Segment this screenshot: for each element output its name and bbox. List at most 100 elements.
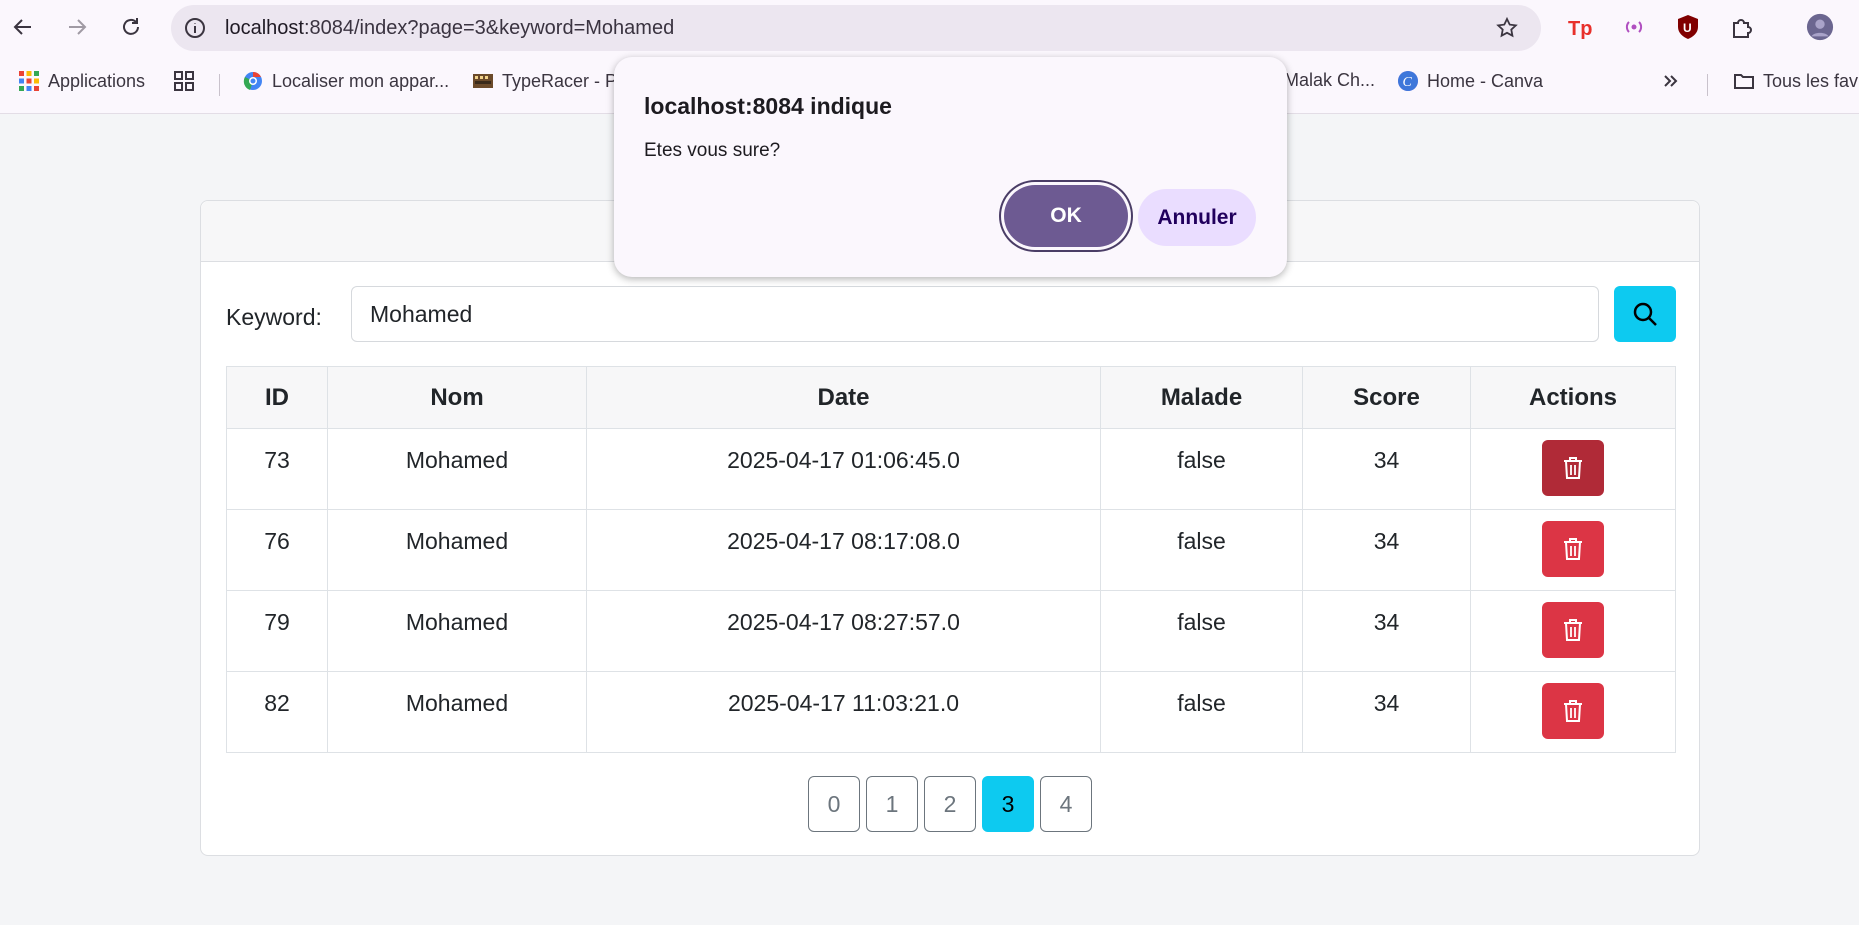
typeracer-icon bbox=[473, 74, 493, 88]
page-button-1[interactable]: 1 bbox=[866, 776, 918, 832]
delete-button[interactable] bbox=[1542, 602, 1604, 658]
column-header-score: Score bbox=[1302, 366, 1471, 429]
cell-date: 2025-04-17 11:03:21.0 bbox=[586, 671, 1101, 753]
bookmark-label: TypeRacer - P bbox=[502, 70, 618, 91]
cell-date: 2025-04-17 08:27:57.0 bbox=[586, 590, 1101, 672]
reload-button[interactable] bbox=[116, 12, 146, 42]
bookmark-applications[interactable]: Applications bbox=[18, 70, 145, 92]
pagination: 0 1 2 3 4 bbox=[201, 776, 1699, 832]
table-header-row: ID Nom Date Malade Score Actions bbox=[226, 366, 1676, 429]
page-button-4[interactable]: 4 bbox=[1040, 776, 1092, 832]
svg-text:U: U bbox=[1683, 21, 1692, 35]
column-header-nom: Nom bbox=[327, 366, 587, 429]
cell-nom: Mohamed bbox=[327, 428, 587, 510]
cell-score: 34 bbox=[1302, 590, 1471, 672]
delete-button[interactable] bbox=[1542, 521, 1604, 577]
ok-button[interactable]: OK bbox=[1004, 185, 1128, 247]
confirm-dialog: localhost:8084 indique Etes vous sure? O… bbox=[614, 57, 1287, 277]
cancel-button[interactable]: Annuler bbox=[1138, 189, 1256, 246]
bookmark-localiser[interactable]: Localiser mon appar... bbox=[242, 70, 449, 92]
profile-avatar-icon[interactable] bbox=[1806, 13, 1834, 41]
cell-nom: Mohamed bbox=[327, 590, 587, 672]
bookmarks-overflow-button[interactable] bbox=[1660, 70, 1682, 92]
delete-button[interactable] bbox=[1542, 440, 1604, 496]
column-header-actions: Actions bbox=[1470, 366, 1676, 429]
table-row: 73 Mohamed 2025-04-17 01:06:45.0 false 3… bbox=[226, 428, 1676, 510]
cell-nom: Mohamed bbox=[327, 509, 587, 591]
cell-malade: false bbox=[1100, 671, 1303, 753]
trash-icon bbox=[1564, 457, 1582, 479]
bookmark-label: Localiser mon appar... bbox=[272, 70, 450, 91]
typingpal-extension-icon[interactable]: Tp bbox=[1566, 13, 1594, 41]
svg-text:C: C bbox=[1403, 75, 1413, 90]
table-row: 82 Mohamed 2025-04-17 11:03:21.0 false 3… bbox=[226, 671, 1676, 753]
arrow-right-icon bbox=[69, 19, 87, 35]
folder-icon bbox=[1734, 74, 1754, 89]
cell-actions bbox=[1470, 428, 1676, 510]
page-button-2[interactable]: 2 bbox=[924, 776, 976, 832]
cell-date: 2025-04-17 08:17:08.0 bbox=[586, 509, 1101, 591]
chevron-double-right-icon bbox=[1664, 75, 1678, 87]
cell-date: 2025-04-17 01:06:45.0 bbox=[586, 428, 1101, 510]
trash-icon bbox=[1564, 538, 1582, 560]
bookmark-label: Applications bbox=[48, 70, 146, 91]
site-info-icon[interactable] bbox=[183, 16, 207, 40]
bookmark-label: Malak Ch... bbox=[1284, 70, 1376, 90]
cell-score: 34 bbox=[1302, 671, 1471, 753]
search-button[interactable] bbox=[1614, 286, 1676, 342]
reload-icon bbox=[123, 18, 139, 35]
canva-icon: C bbox=[1398, 71, 1418, 91]
back-button[interactable] bbox=[8, 12, 38, 42]
dialog-message: Etes vous sure? bbox=[644, 140, 781, 161]
patients-table: ID Nom Date Malade Score Actions 73 Moha… bbox=[226, 366, 1676, 753]
url-text: localhost:8084/index?page=3&keyword=Moha… bbox=[225, 17, 674, 40]
google-icon bbox=[243, 72, 262, 90]
ublock-extension-icon[interactable]: U bbox=[1674, 13, 1702, 41]
cell-malade: false bbox=[1100, 509, 1303, 591]
trash-icon bbox=[1564, 700, 1582, 722]
keyword-input[interactable] bbox=[351, 286, 1599, 342]
broadcast-extension-icon[interactable] bbox=[1620, 13, 1648, 41]
cell-id: 82 bbox=[226, 671, 328, 753]
cell-actions bbox=[1470, 509, 1676, 591]
cell-id: 79 bbox=[226, 590, 328, 672]
cell-nom: Mohamed bbox=[327, 671, 587, 753]
svg-text:Tp: Tp bbox=[1568, 18, 1592, 40]
cell-malade: false bbox=[1100, 428, 1303, 510]
cell-actions bbox=[1470, 671, 1676, 753]
bookmark-tab-groups[interactable] bbox=[173, 70, 195, 92]
bookmark-label: Home - Canva bbox=[1427, 70, 1544, 91]
cell-id: 76 bbox=[226, 509, 328, 591]
cell-score: 34 bbox=[1302, 428, 1471, 510]
dialog-title: localhost:8084 indique bbox=[644, 93, 892, 119]
column-header-malade: Malade bbox=[1100, 366, 1303, 429]
column-header-id: ID bbox=[226, 366, 328, 429]
patients-card: Keyword: ID Nom Date Malade Score Action… bbox=[200, 200, 1700, 856]
url-host: localhost bbox=[225, 17, 304, 39]
bookmark-canva[interactable]: C Home - Canva bbox=[1397, 70, 1543, 92]
bookmarks-divider bbox=[1707, 74, 1708, 96]
cell-actions bbox=[1470, 590, 1676, 672]
arrow-left-icon bbox=[13, 19, 31, 35]
trash-icon bbox=[1564, 619, 1582, 641]
delete-button[interactable] bbox=[1542, 683, 1604, 739]
address-bar[interactable]: localhost:8084/index?page=3&keyword=Moha… bbox=[171, 5, 1541, 51]
cell-malade: false bbox=[1100, 590, 1303, 672]
page-button-0[interactable]: 0 bbox=[808, 776, 860, 832]
extensions-puzzle-icon[interactable] bbox=[1728, 13, 1756, 41]
page-button-3-current[interactable]: 3 bbox=[982, 776, 1034, 832]
bookmark-star-icon[interactable] bbox=[1495, 16, 1519, 40]
bookmark-all-folder[interactable]: Tous les fav bbox=[1733, 70, 1858, 92]
keyword-label: Keyword: bbox=[226, 304, 322, 330]
browser-toolbar: localhost:8084/index?page=3&keyword=Moha… bbox=[0, 0, 1859, 56]
bookmark-label: Tous les fav bbox=[1763, 70, 1859, 91]
bookmarks-divider bbox=[219, 74, 220, 96]
apps-grid-icon bbox=[19, 71, 39, 91]
cell-score: 34 bbox=[1302, 509, 1471, 591]
column-header-date: Date bbox=[586, 366, 1101, 429]
url-path: :8084/index?page=3&keyword=Mohamed bbox=[303, 17, 675, 39]
bookmark-typeracer[interactable]: TypeRacer - P bbox=[472, 70, 617, 92]
table-row: 76 Mohamed 2025-04-17 08:17:08.0 false 3… bbox=[226, 509, 1676, 591]
forward-button[interactable] bbox=[62, 12, 92, 42]
bookmark-malak[interactable]: Malak Ch... bbox=[1284, 70, 1375, 91]
